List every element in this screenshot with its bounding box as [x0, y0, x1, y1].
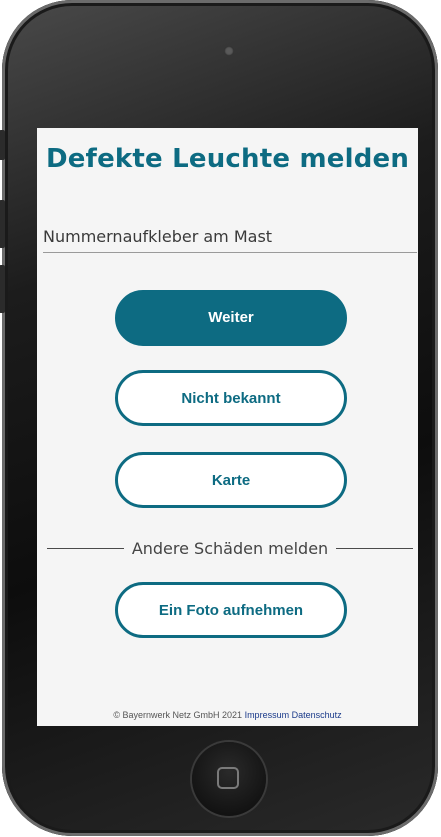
weiter-button[interactable]: Weiter [115, 290, 347, 346]
home-square-icon [217, 767, 239, 789]
phone-frame: Defekte Leuchte melden Weiter Nicht beka… [0, 0, 438, 836]
app-screen: Defekte Leuchte melden Weiter Nicht beka… [37, 128, 418, 726]
home-button[interactable] [192, 742, 266, 816]
nicht-bekannt-button[interactable]: Nicht bekannt [115, 370, 347, 426]
section-divider: Andere Schäden melden [47, 538, 414, 558]
datenschutz-link[interactable]: Datenschutz [292, 710, 342, 720]
foto-aufnehmen-button[interactable]: Ein Foto aufnehmen [115, 582, 347, 638]
copyright-text: © Bayernwerk Netz GmbH 2021 [113, 710, 243, 720]
divider-line-left [47, 547, 124, 549]
page-title: Defekte Leuchte melden [45, 144, 410, 174]
impressum-link[interactable]: Impressum [245, 710, 290, 720]
front-camera [224, 46, 234, 56]
divider-line-right [336, 547, 414, 549]
footer: © Bayernwerk Netz GmbH 2021 Impressum Da… [37, 710, 418, 720]
volume-up-button [0, 200, 5, 248]
volume-down-button [0, 265, 5, 313]
karte-button[interactable]: Karte [115, 452, 347, 508]
mast-number-input[interactable] [43, 220, 417, 253]
divider-label: Andere Schäden melden [131, 538, 329, 558]
mute-switch [0, 130, 5, 160]
